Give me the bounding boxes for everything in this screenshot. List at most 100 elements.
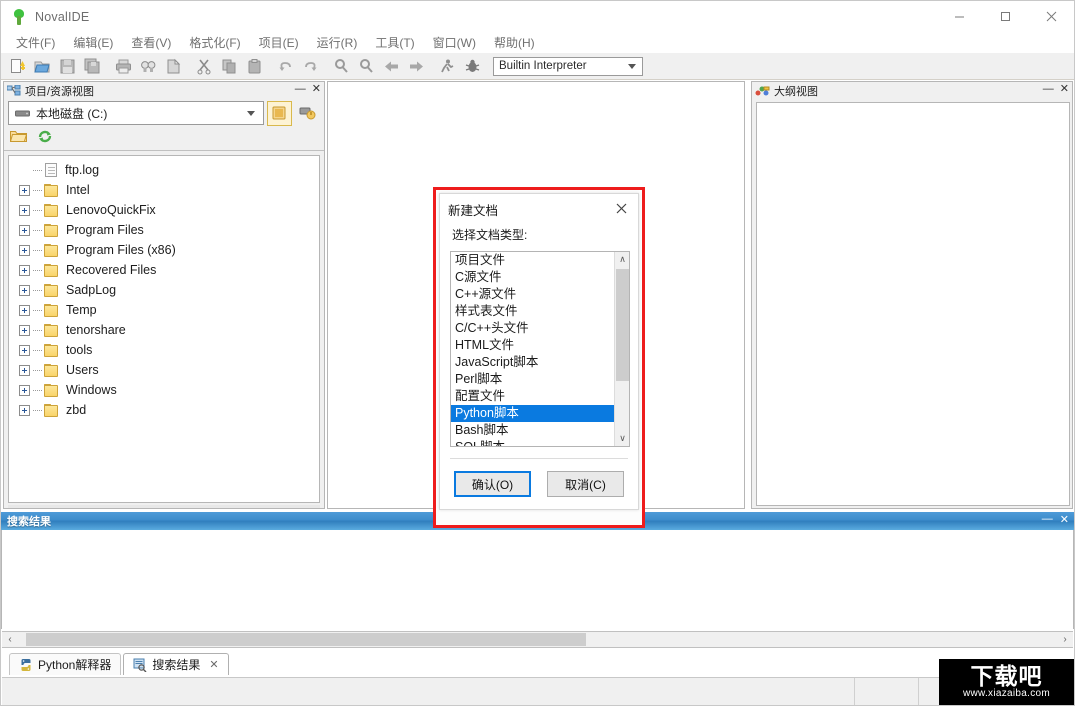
tab-close-icon[interactable]: ✕ — [209, 658, 218, 671]
print-icon[interactable] — [111, 54, 135, 78]
expand-icon[interactable] — [19, 404, 30, 416]
tree-item-windows[interactable]: Windows — [9, 380, 319, 400]
confirm-button[interactable]: 确认(O) — [454, 471, 531, 497]
scroll-down-icon[interactable]: ∨ — [615, 431, 629, 446]
list-item[interactable]: JavaScript脚本 — [451, 354, 614, 371]
minimize-button[interactable] — [936, 1, 982, 32]
scroll-left-icon[interactable]: ‹ — [2, 632, 18, 647]
list-item[interactable]: Perl脚本 — [451, 371, 614, 388]
debug-icon[interactable] — [460, 54, 484, 78]
expand-icon[interactable] — [19, 364, 30, 376]
file-tree[interactable]: ftp.log Intel LenovoQuickFix Program Fil… — [8, 155, 320, 503]
list-item[interactable]: C++源文件 — [451, 286, 614, 303]
forward-icon[interactable] — [404, 54, 428, 78]
copy-icon[interactable] — [217, 54, 241, 78]
list-item[interactable]: Bash脚本 — [451, 422, 614, 439]
menu-file[interactable]: 文件(F) — [7, 32, 64, 53]
close-button[interactable] — [1028, 1, 1074, 32]
open-file-icon[interactable] — [30, 54, 54, 78]
tree-item-users[interactable]: Users — [9, 360, 319, 380]
menu-format[interactable]: 格式化(F) — [180, 32, 249, 53]
network-drive-button[interactable] — [295, 101, 320, 126]
menu-run[interactable]: 运行(R) — [308, 32, 367, 53]
redo-icon[interactable] — [298, 54, 322, 78]
refresh-button[interactable] — [37, 129, 53, 149]
expand-icon[interactable] — [19, 324, 30, 336]
dialog-scrollbar-thumb[interactable] — [616, 269, 629, 381]
project-panel-close[interactable]: ✕ — [312, 83, 321, 96]
drive-select[interactable]: 本地磁盘 (C:) — [8, 101, 264, 125]
zoom-in-icon[interactable] — [329, 54, 353, 78]
menu-edit[interactable]: 编辑(E) — [64, 32, 122, 53]
find-in-files-icon[interactable] — [161, 54, 185, 78]
outline-panel-minimize[interactable]: — — [1043, 83, 1054, 96]
outline-content[interactable] — [756, 102, 1070, 506]
back-icon[interactable] — [379, 54, 403, 78]
tree-item-recovered-files[interactable]: Recovered Files — [9, 260, 319, 280]
menu-window[interactable]: 窗口(W) — [424, 32, 485, 53]
project-panel-minimize[interactable]: — — [295, 83, 306, 96]
dialog-list-scrollbar[interactable]: ∧ ∨ — [614, 252, 629, 446]
menu-help[interactable]: 帮助(H) — [485, 32, 544, 53]
tab-search-results[interactable]: 搜索结果 ✕ — [123, 653, 229, 675]
expand-icon[interactable] — [19, 344, 30, 356]
window-title: NovalIDE — [35, 9, 90, 24]
tree-item-temp[interactable]: Temp — [9, 300, 319, 320]
tab-python-interpreter[interactable]: Python解释器 — [9, 653, 122, 675]
paste-icon[interactable] — [242, 54, 266, 78]
tree-item-tools[interactable]: tools — [9, 340, 319, 360]
expand-icon[interactable] — [19, 224, 30, 236]
tree-horizontal-scrollbar[interactable] — [8, 505, 320, 508]
open-folder-button[interactable] — [9, 129, 28, 148]
tree-item-ftp-log[interactable]: ftp.log — [9, 160, 319, 180]
scroll-right-icon[interactable]: › — [1057, 632, 1073, 647]
undo-icon[interactable] — [273, 54, 297, 78]
menu-project[interactable]: 项目(E) — [250, 32, 308, 53]
list-item[interactable]: 项目文件 — [451, 252, 614, 269]
search-results-close[interactable]: ✕ — [1060, 513, 1069, 526]
outline-panel-close[interactable]: ✕ — [1060, 83, 1069, 96]
zoom-out-icon[interactable] — [354, 54, 378, 78]
maximize-button[interactable] — [982, 1, 1028, 32]
expand-icon[interactable] — [19, 384, 30, 396]
list-item[interactable]: 样式表文件 — [451, 303, 614, 320]
interpreter-select[interactable]: Builtin Interpreter — [493, 56, 643, 76]
tree-item-program-files-x86[interactable]: Program Files (x86) — [9, 240, 319, 260]
list-item[interactable]: HTML文件 — [451, 337, 614, 354]
save-all-icon[interactable] — [80, 54, 104, 78]
tree-item-zbd[interactable]: zbd — [9, 400, 319, 420]
expand-icon[interactable] — [19, 304, 30, 316]
tree-item-intel[interactable]: Intel — [9, 180, 319, 200]
tree-item-tenorshare[interactable]: tenorshare — [9, 320, 319, 340]
browse-folder-button[interactable] — [267, 100, 292, 126]
list-item[interactable]: 配置文件 — [451, 388, 614, 405]
menu-view[interactable]: 查看(V) — [122, 32, 180, 53]
new-file-icon[interactable] — [5, 54, 29, 78]
tree-item-lenovoquickfix[interactable]: LenovoQuickFix — [9, 200, 319, 220]
save-file-icon[interactable] — [55, 54, 79, 78]
search-results-minimize[interactable]: — — [1042, 513, 1053, 526]
cancel-button[interactable]: 取消(C) — [547, 471, 624, 497]
tree-item-sadplog[interactable]: SadpLog — [9, 280, 319, 300]
scrollbar-thumb[interactable] — [26, 633, 586, 646]
scroll-up-icon[interactable]: ∧ — [615, 252, 629, 267]
search-results-content[interactable] — [1, 530, 1074, 629]
expand-icon[interactable] — [19, 264, 30, 276]
cut-icon[interactable] — [192, 54, 216, 78]
list-item[interactable]: C源文件 — [451, 269, 614, 286]
list-item[interactable]: SQL脚本 — [451, 439, 614, 446]
menu-tools[interactable]: 工具(T) — [366, 32, 423, 53]
expand-icon[interactable] — [19, 244, 30, 256]
document-type-list[interactable]: 项目文件 C源文件 C++源文件 样式表文件 C/C++头文件 HTML文件 J… — [450, 251, 630, 447]
expand-icon[interactable] — [19, 184, 30, 196]
find-icon[interactable] — [136, 54, 160, 78]
expand-icon[interactable] — [19, 284, 30, 296]
list-item-selected[interactable]: Python脚本 — [451, 405, 614, 422]
tree-item-program-files[interactable]: Program Files — [9, 220, 319, 240]
main-horizontal-scrollbar[interactable]: ‹ › — [2, 631, 1073, 648]
expand-icon[interactable] — [19, 204, 30, 216]
list-item[interactable]: C/C++头文件 — [451, 320, 614, 337]
run-icon[interactable] — [435, 54, 459, 78]
dialog-close-button[interactable] — [604, 194, 638, 222]
scrollbar-track[interactable] — [18, 632, 1057, 647]
